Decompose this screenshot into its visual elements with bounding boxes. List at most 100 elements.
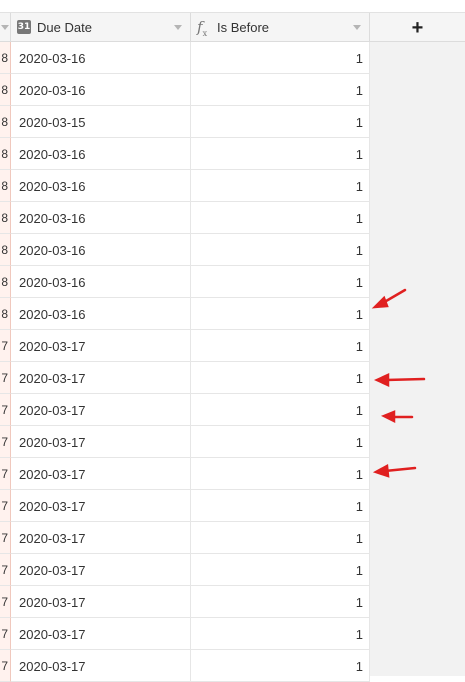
cell-due-date[interactable]: 2020-03-16 bbox=[11, 298, 191, 330]
chevron-down-icon[interactable] bbox=[353, 25, 361, 30]
table-row[interactable]: 7 2020-03-17 1 bbox=[0, 618, 465, 650]
chevron-down-icon[interactable] bbox=[1, 25, 9, 30]
cell-due-date[interactable]: 2020-03-16 bbox=[11, 266, 191, 298]
cell-due-date[interactable]: 2020-03-17 bbox=[11, 426, 191, 458]
cell-due-date[interactable]: 2020-03-16 bbox=[11, 138, 191, 170]
cell-previous-column[interactable]: 7 bbox=[0, 650, 11, 682]
cell-is-before[interactable]: 1 bbox=[191, 362, 370, 394]
table-row[interactable]: 7 2020-03-17 1 bbox=[0, 362, 465, 394]
cell-previous-column[interactable]: 7 bbox=[0, 618, 11, 650]
cell-due-date[interactable]: 2020-03-17 bbox=[11, 362, 191, 394]
cell-value: 8 bbox=[1, 51, 8, 65]
table-row[interactable]: 8 2020-03-15 1 bbox=[0, 106, 465, 138]
table-row[interactable]: 8 2020-03-16 1 bbox=[0, 298, 465, 330]
cell-value: 8 bbox=[1, 211, 8, 225]
cell-due-date[interactable]: 2020-03-17 bbox=[11, 330, 191, 362]
table-row[interactable]: 8 2020-03-16 1 bbox=[0, 202, 465, 234]
cell-is-before[interactable]: 1 bbox=[191, 394, 370, 426]
cell-is-before[interactable]: 1 bbox=[191, 650, 370, 682]
table-row[interactable]: 7 2020-03-17 1 bbox=[0, 554, 465, 586]
cell-previous-column[interactable]: 8 bbox=[0, 106, 11, 138]
cell-is-before[interactable]: 1 bbox=[191, 298, 370, 330]
cell-previous-column[interactable]: 8 bbox=[0, 170, 11, 202]
column-header-due-date[interactable]: 31 Due Date bbox=[11, 13, 191, 42]
cell-previous-column[interactable]: 7 bbox=[0, 426, 11, 458]
cell-due-date[interactable]: 2020-03-16 bbox=[11, 170, 191, 202]
cell-previous-column[interactable]: 7 bbox=[0, 394, 11, 426]
cell-due-date[interactable]: 2020-03-17 bbox=[11, 554, 191, 586]
add-field-button[interactable]: + bbox=[370, 13, 465, 42]
grid-body: 8 2020-03-16 1 8 2020-03-16 1 8 2020-03-15 1 8 202… bbox=[0, 42, 465, 682]
cell-value: 1 bbox=[355, 83, 363, 98]
cell-value: 1 bbox=[355, 499, 363, 514]
cell-is-before[interactable]: 1 bbox=[191, 138, 370, 170]
cell-is-before[interactable]: 1 bbox=[191, 106, 370, 138]
table-row[interactable]: 7 2020-03-17 1 bbox=[0, 650, 465, 682]
cell-previous-column[interactable]: 7 bbox=[0, 522, 11, 554]
cell-previous-column[interactable]: 8 bbox=[0, 266, 11, 298]
cell-due-date[interactable]: 2020-03-17 bbox=[11, 490, 191, 522]
cell-value: 8 bbox=[1, 307, 8, 321]
cell-is-before[interactable]: 1 bbox=[191, 330, 370, 362]
table-row[interactable]: 7 2020-03-17 1 bbox=[0, 394, 465, 426]
cell-value: 8 bbox=[1, 179, 8, 193]
chevron-down-icon[interactable] bbox=[174, 25, 182, 30]
cell-previous-column[interactable]: 8 bbox=[0, 234, 11, 266]
table-row[interactable]: 7 2020-03-17 1 bbox=[0, 426, 465, 458]
table-row[interactable]: 8 2020-03-16 1 bbox=[0, 234, 465, 266]
table-row[interactable]: 8 2020-03-16 1 bbox=[0, 74, 465, 106]
cell-due-date[interactable]: 2020-03-16 bbox=[11, 42, 191, 74]
column-header-is-before[interactable]: fx Is Before bbox=[191, 13, 370, 42]
table-row[interactable]: 8 2020-03-16 1 bbox=[0, 138, 465, 170]
cell-previous-column[interactable]: 7 bbox=[0, 554, 11, 586]
cell-due-date[interactable]: 2020-03-17 bbox=[11, 522, 191, 554]
cell-previous-column[interactable]: 8 bbox=[0, 298, 11, 330]
cell-is-before[interactable]: 1 bbox=[191, 490, 370, 522]
cell-is-before[interactable]: 1 bbox=[191, 618, 370, 650]
cell-previous-column[interactable]: 8 bbox=[0, 202, 11, 234]
cell-value: 7 bbox=[1, 371, 8, 385]
cell-due-date[interactable]: 2020-03-16 bbox=[11, 202, 191, 234]
table-row[interactable]: 7 2020-03-17 1 bbox=[0, 522, 465, 554]
cell-previous-column[interactable]: 7 bbox=[0, 586, 11, 618]
cell-is-before[interactable]: 1 bbox=[191, 202, 370, 234]
cell-is-before[interactable]: 1 bbox=[191, 554, 370, 586]
cell-value: 2020-03-16 bbox=[19, 275, 86, 290]
table-row[interactable]: 8 2020-03-16 1 bbox=[0, 42, 465, 74]
cell-previous-column[interactable]: 7 bbox=[0, 330, 11, 362]
cell-is-before[interactable]: 1 bbox=[191, 266, 370, 298]
cell-previous-column[interactable]: 8 bbox=[0, 74, 11, 106]
cell-previous-column[interactable]: 8 bbox=[0, 138, 11, 170]
table-row[interactable]: 7 2020-03-17 1 bbox=[0, 586, 465, 618]
cell-value: 1 bbox=[355, 179, 363, 194]
cell-is-before[interactable]: 1 bbox=[191, 74, 370, 106]
table-row[interactable]: 7 2020-03-17 1 bbox=[0, 330, 465, 362]
cell-due-date[interactable]: 2020-03-16 bbox=[11, 234, 191, 266]
column-header-previous[interactable] bbox=[0, 13, 11, 42]
cell-due-date[interactable]: 2020-03-17 bbox=[11, 586, 191, 618]
cell-previous-column[interactable]: 7 bbox=[0, 458, 11, 490]
cell-is-before[interactable]: 1 bbox=[191, 234, 370, 266]
cell-previous-column[interactable]: 7 bbox=[0, 490, 11, 522]
table-row[interactable]: 8 2020-03-16 1 bbox=[0, 266, 465, 298]
table-row[interactable]: 7 2020-03-17 1 bbox=[0, 458, 465, 490]
cell-due-date[interactable]: 2020-03-15 bbox=[11, 106, 191, 138]
cell-previous-column[interactable]: 7 bbox=[0, 362, 11, 394]
cell-value: 8 bbox=[1, 115, 8, 129]
table-row[interactable]: 7 2020-03-17 1 bbox=[0, 490, 465, 522]
cell-is-before[interactable]: 1 bbox=[191, 522, 370, 554]
cell-is-before[interactable]: 1 bbox=[191, 42, 370, 74]
cell-is-before[interactable]: 1 bbox=[191, 458, 370, 490]
cell-due-date[interactable]: 2020-03-16 bbox=[11, 74, 191, 106]
cell-is-before[interactable]: 1 bbox=[191, 586, 370, 618]
table-row[interactable]: 8 2020-03-16 1 bbox=[0, 170, 465, 202]
cell-due-date[interactable]: 2020-03-17 bbox=[11, 394, 191, 426]
cell-is-before[interactable]: 1 bbox=[191, 170, 370, 202]
cell-previous-column[interactable]: 8 bbox=[0, 42, 11, 74]
cell-due-date[interactable]: 2020-03-17 bbox=[11, 618, 191, 650]
cell-value: 2020-03-17 bbox=[19, 435, 86, 450]
cell-is-before[interactable]: 1 bbox=[191, 426, 370, 458]
cell-due-date[interactable]: 2020-03-17 bbox=[11, 458, 191, 490]
cell-value: 2020-03-16 bbox=[19, 307, 86, 322]
cell-due-date[interactable]: 2020-03-17 bbox=[11, 650, 191, 682]
